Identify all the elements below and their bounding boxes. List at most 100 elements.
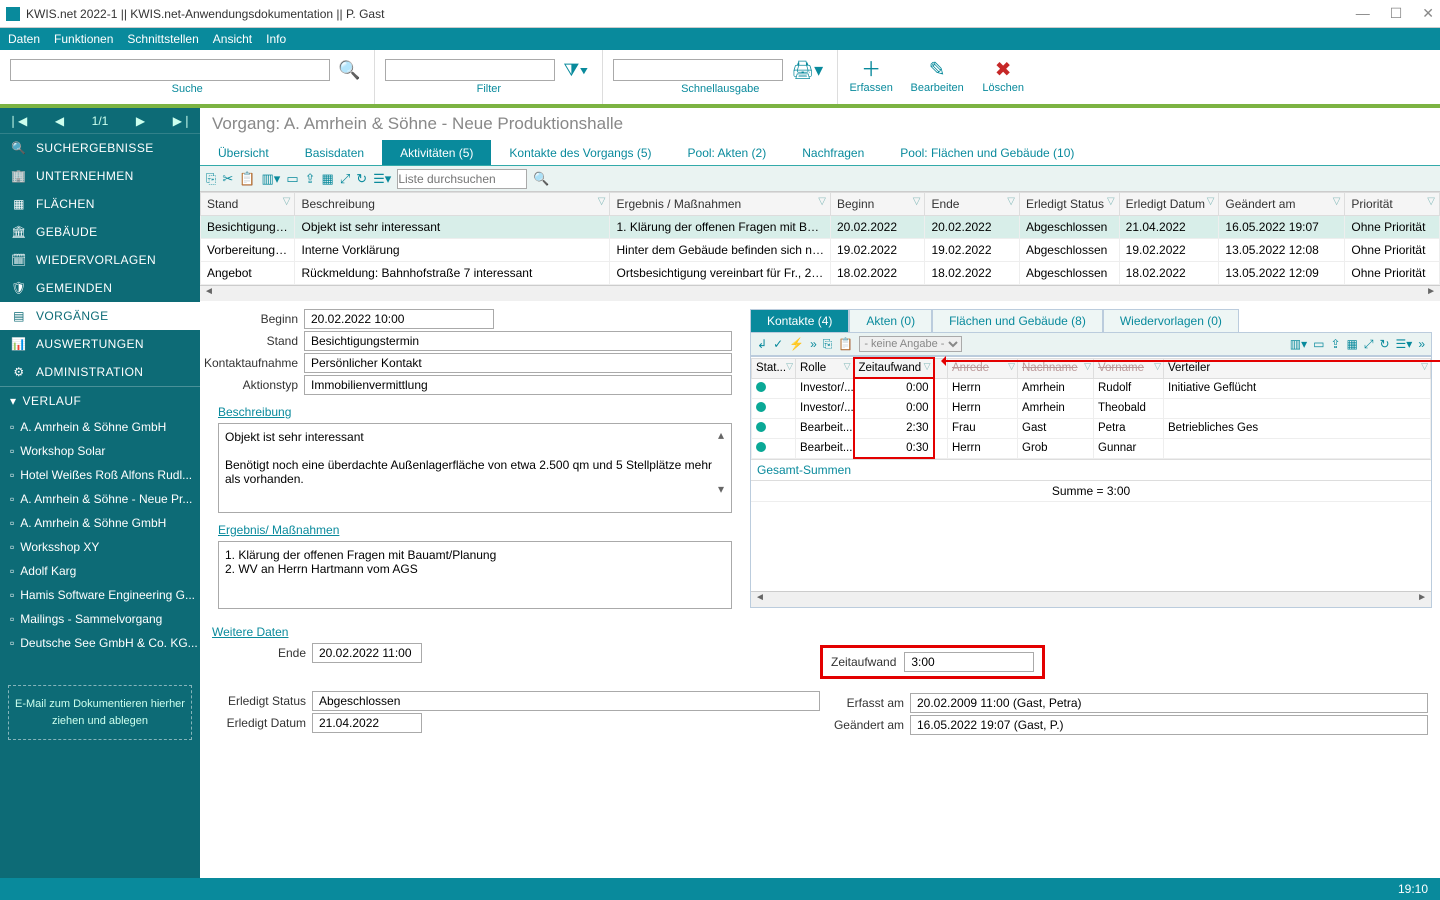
ktable-row[interactable]: Bearbeit...0:30HerrnGrobGunnar — [752, 438, 1431, 458]
copy-icon[interactable]: ⎘ — [206, 171, 216, 187]
sidebar-item-administration[interactable]: ⚙ADMINISTRATION — [0, 358, 200, 386]
grid-icon[interactable]: ▦ — [322, 171, 334, 187]
filter-col-icon[interactable]: ▽ — [1207, 196, 1215, 207]
search-icon[interactable]: 🔍 — [334, 60, 364, 81]
table-row[interactable]: Besichtigungst...Objekt ist sehr interes… — [201, 216, 1440, 239]
search-input[interactable] — [10, 59, 330, 81]
grid-scrollbar[interactable] — [200, 285, 1440, 301]
filter-col-icon[interactable]: ▽ — [844, 361, 851, 372]
filter-col-icon[interactable]: ▽ — [818, 196, 826, 207]
sub-combo[interactable]: - keine Angabe - — [859, 336, 962, 352]
sub-refresh-icon[interactable]: ↻ — [1379, 337, 1389, 351]
menu-schnittstellen[interactable]: Schnittstellen — [127, 32, 198, 46]
kcol-header[interactable]: Rolle▽ — [796, 358, 854, 378]
filter-col-icon[interactable]: ▽ — [1007, 196, 1015, 207]
filter-col-icon[interactable]: ▽ — [924, 361, 931, 372]
tab-pool-flaechen[interactable]: Pool: Flächen und Gebäude (10) — [882, 140, 1092, 165]
verlauf-item[interactable]: ▫A. Amrhein & Söhne GmbH — [0, 415, 200, 439]
menu-daten[interactable]: Daten — [8, 32, 40, 46]
sub-copy-icon[interactable]: ⎘ — [823, 337, 833, 352]
close-icon[interactable]: ✕ — [1422, 5, 1434, 22]
subtab-flaechen[interactable]: Flächen und Gebäude (8) — [932, 309, 1103, 332]
tab-aktivitaeten[interactable]: Aktivitäten (5) — [382, 140, 491, 165]
pager-prev-icon[interactable]: ◀ — [55, 114, 64, 128]
ktable-row[interactable]: Investor/...0:00HerrnAmrheinRudolfInitia… — [752, 378, 1431, 398]
maximize-icon[interactable]: ☐ — [1390, 5, 1403, 22]
col-header[interactable]: Ergebnis / Maßnahmen▽ — [610, 193, 830, 216]
val-stand[interactable]: Besichtigungstermin — [304, 331, 732, 351]
filter-input[interactable] — [385, 59, 555, 81]
erfassen-button[interactable]: ＋ Erfassen — [838, 50, 904, 104]
list-icon[interactable]: ☰▾ — [373, 171, 391, 187]
filter-col-icon[interactable]: ▽ — [1154, 361, 1161, 372]
ktable-row[interactable]: Investor/...0:00HerrnAmrheinTheobald — [752, 398, 1431, 418]
columns-icon[interactable]: ▥▾ — [262, 171, 281, 187]
list-search-icon[interactable]: 🔍 — [533, 171, 549, 187]
filter-icon[interactable]: ⧩▾ — [559, 60, 592, 81]
sub-icon-4[interactable]: » — [810, 337, 817, 351]
quickoutput-input[interactable] — [613, 59, 783, 81]
sidebar-item-gemeinden[interactable]: 🛡GEMEINDEN — [0, 274, 200, 302]
col-header[interactable]: Beginn▽ — [830, 193, 924, 216]
pager-first-icon[interactable]: ❘◀ — [8, 114, 27, 128]
print-icon[interactable]: 🖨▾ — [787, 60, 827, 81]
layout-icon[interactable]: ▭ — [286, 171, 298, 187]
val-beginn[interactable]: 20.02.2022 10:00 — [304, 309, 494, 329]
sub-cols-icon[interactable]: ▥▾ — [1290, 337, 1307, 351]
subtab-akten[interactable]: Akten (0) — [849, 309, 932, 332]
scroll-down-icon[interactable]: ▾ — [718, 482, 724, 496]
filter-col-icon[interactable]: ▽ — [598, 196, 606, 207]
val-erl-datum[interactable]: 21.04.2022 — [312, 713, 422, 733]
val-zeitaufwand[interactable]: 3:00 — [904, 652, 1034, 672]
sidebar-item-gebäude[interactable]: 🏛GEBÄUDE — [0, 218, 200, 246]
col-header[interactable]: Beschreibung▽ — [295, 193, 610, 216]
col-header[interactable]: Stand▽ — [201, 193, 295, 216]
tab-pool-akten[interactable]: Pool: Akten (2) — [670, 140, 785, 165]
cut-icon[interactable]: ✂ — [222, 171, 233, 187]
sidebar-item-suchergebnisse[interactable]: 🔍SUCHERGEBNISSE — [0, 134, 200, 162]
expand-icon[interactable]: ⤢ — [340, 171, 350, 187]
pager-last-icon[interactable]: ▶❘ — [173, 114, 192, 128]
sub-more-icon[interactable]: » — [1418, 337, 1425, 351]
filter-col-icon[interactable]: ▽ — [1333, 196, 1341, 207]
textarea-beschreibung[interactable]: Objekt ist sehr interessant Benötigt noc… — [218, 423, 732, 513]
kcol-header[interactable]: Stat...▽ — [752, 358, 796, 378]
sub-icon-3[interactable]: ⚡ — [789, 337, 804, 351]
textarea-ergebnis[interactable]: 1. Klärung der offenen Fragen mit Bauamt… — [218, 541, 732, 609]
subtab-wiedervorlagen[interactable]: Wiedervorlagen (0) — [1103, 309, 1239, 332]
list-search-input[interactable] — [397, 169, 527, 189]
verlauf-item[interactable]: ▫Deutsche See GmbH & Co. KG... — [0, 631, 200, 655]
menu-funktionen[interactable]: Funktionen — [54, 32, 113, 46]
verlauf-item[interactable]: ▫A. Amrhein & Söhne - Neue Pr... — [0, 487, 200, 511]
minimize-icon[interactable]: — — [1356, 5, 1370, 22]
menu-info[interactable]: Info — [266, 32, 286, 46]
sidebar-item-wiedervorlagen[interactable]: 🗓WIEDERVORLAGEN — [0, 246, 200, 274]
verlauf-item[interactable]: ▫Mailings - Sammelvorgang — [0, 607, 200, 631]
kgrid-scrollbar[interactable] — [751, 591, 1431, 607]
verlauf-item[interactable]: ▫Worksshop XY — [0, 535, 200, 559]
kcol-header[interactable]: Zeitaufwand▽ — [854, 358, 934, 378]
sub-expand-icon[interactable]: ⤢ — [1364, 337, 1374, 352]
verlauf-item[interactable]: ▫Workshop Solar — [0, 439, 200, 463]
tab-kontakte[interactable]: Kontakte des Vorgangs (5) — [491, 140, 669, 165]
paste-icon[interactable]: 📋 — [239, 171, 255, 187]
export-icon[interactable]: ⇪ — [305, 171, 316, 187]
col-header[interactable]: Geändert am▽ — [1219, 193, 1345, 216]
filter-col-icon[interactable]: ▽ — [1107, 196, 1115, 207]
menu-ansicht[interactable]: Ansicht — [213, 32, 252, 46]
sidebar-item-auswertungen[interactable]: 📊AUSWERTUNGEN — [0, 330, 200, 358]
filter-col-icon[interactable]: ▽ — [283, 196, 291, 207]
col-header[interactable]: Priorität▽ — [1345, 193, 1440, 216]
filter-col-icon[interactable]: ▽ — [913, 196, 921, 207]
sub-export-icon[interactable]: ⇪ — [1330, 337, 1340, 351]
sidebar-item-flächen[interactable]: ▦FLÄCHEN — [0, 190, 200, 218]
tab-basisdaten[interactable]: Basisdaten — [287, 140, 382, 165]
loeschen-button[interactable]: ✖ Löschen — [970, 50, 1036, 104]
val-kontakt[interactable]: Persönlicher Kontakt — [304, 353, 732, 373]
email-dropzone[interactable]: E-Mail zum Dokumentieren hierher ziehen … — [8, 685, 192, 740]
bearbeiten-button[interactable]: ✎ Bearbeiten — [904, 50, 970, 104]
val-aktion[interactable]: Immobilienvermittlung — [304, 375, 732, 395]
verlauf-item[interactable]: ▫Adolf Karg — [0, 559, 200, 583]
sub-icon-1[interactable]: ↲ — [757, 337, 767, 351]
sub-icon-2[interactable]: ✓ — [773, 337, 783, 351]
